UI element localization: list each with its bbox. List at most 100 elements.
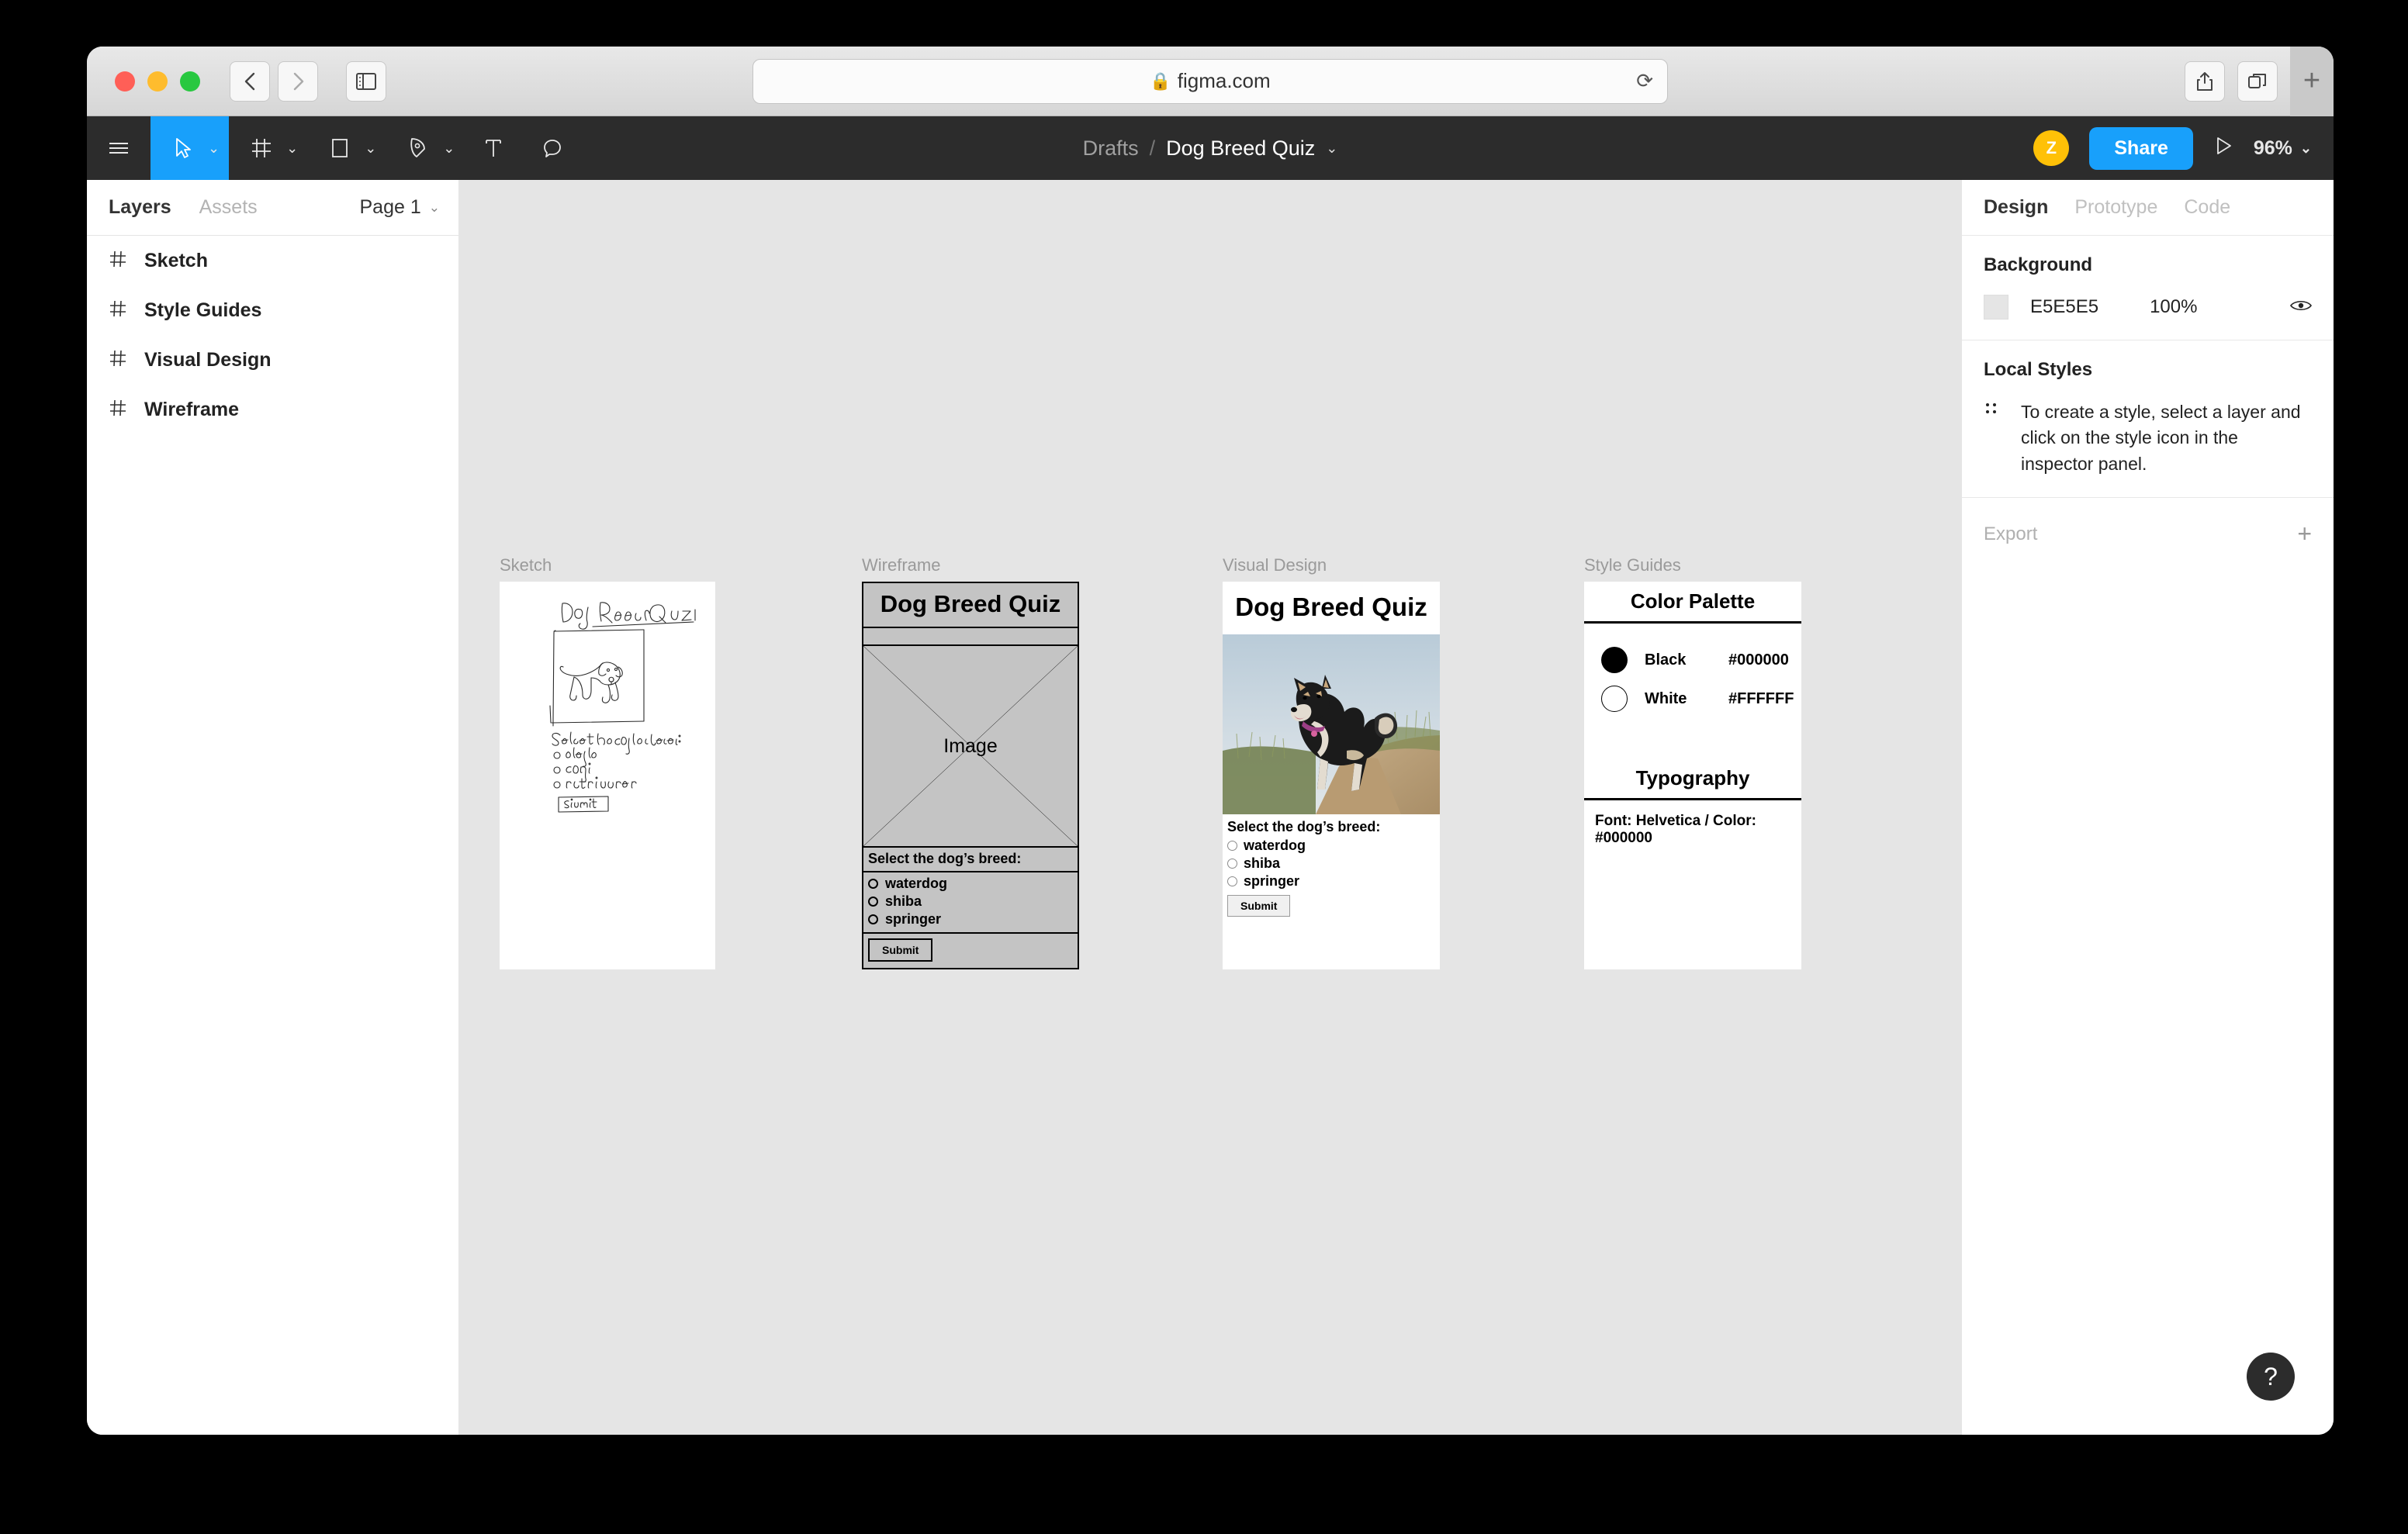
shape-tool-group[interactable]: ⌄ [307, 116, 386, 180]
page-selector[interactable]: Page 1 ⌄ [360, 196, 441, 219]
app-body: Layers Assets Page 1 ⌄ [87, 180, 2334, 1435]
tab-prototype[interactable]: Prototype [2074, 196, 2157, 219]
pen-tool-dropdown[interactable]: ⌄ [443, 140, 461, 157]
pen-tool-group[interactable]: ⌄ [386, 116, 464, 180]
frame-sketch[interactable]: Sketch [500, 555, 715, 969]
address-bar[interactable]: 🔒 figma.com ⟳ [752, 59, 1668, 104]
present-button[interactable] [2213, 136, 2233, 161]
color-row-black: Black #000000 [1584, 641, 1801, 679]
chevron-down-icon[interactable]: ⌄ [1326, 140, 1337, 157]
chevron-down-icon[interactable]: ⌄ [2300, 140, 2312, 157]
breadcrumb[interactable]: Drafts / Dog Breed Quiz ⌄ [1083, 136, 1338, 161]
radio-icon[interactable] [868, 879, 878, 889]
sidebar-item-visual-design[interactable]: Visual Design [87, 335, 458, 385]
sidebar-item-style-guides[interactable]: Style Guides [87, 285, 458, 335]
pen-tool-button[interactable] [389, 116, 448, 180]
zoom-control[interactable]: 96% ⌄ [2254, 137, 2312, 160]
wireframe-option-shiba[interactable]: shiba [868, 893, 1073, 910]
text-tool-button[interactable] [464, 116, 523, 180]
style-guides-artboard[interactable]: Color Palette Black #000000 White #FFFFF… [1584, 582, 1801, 969]
url-text: figma.com [1178, 69, 1271, 93]
breadcrumb-drafts[interactable]: Drafts [1083, 136, 1139, 161]
window-controls[interactable] [115, 71, 200, 92]
breadcrumb-file-title[interactable]: Dog Breed Quiz [1166, 136, 1315, 161]
option-label: shiba [885, 893, 922, 910]
visual-design-option-springer[interactable]: springer [1227, 872, 1435, 890]
color-name: White [1645, 690, 1711, 708]
radio-icon[interactable] [868, 897, 878, 907]
frame-visual-design[interactable]: Visual Design Dog Breed Quiz [1223, 555, 1440, 969]
eye-icon[interactable] [2290, 296, 2312, 318]
share-button[interactable] [2185, 61, 2225, 102]
forward-button[interactable] [278, 61, 318, 102]
move-tool-group[interactable]: ⌄ [150, 116, 229, 180]
comment-tool-button[interactable] [523, 116, 582, 180]
frame-style-guides[interactable]: Style Guides Color Palette Black #000000… [1584, 555, 1801, 969]
figma-toolbar: ⌄ ⌄ ⌄ [87, 116, 2334, 180]
radio-icon[interactable] [1227, 859, 1237, 869]
shape-tool-button[interactable] [310, 116, 369, 180]
tab-design[interactable]: Design [1984, 196, 2048, 219]
wireframe-option-waterdog[interactable]: waterdog [868, 875, 1073, 893]
shape-tool-dropdown[interactable]: ⌄ [365, 140, 382, 157]
chevron-right-icon [289, 71, 306, 92]
tab-code[interactable]: Code [2184, 196, 2230, 219]
minimize-window-button[interactable] [147, 71, 168, 92]
option-label: springer [1244, 873, 1299, 890]
zoom-value: 96% [2254, 137, 2292, 160]
main-menu-button[interactable] [87, 116, 150, 180]
frame-wireframe[interactable]: Wireframe Dog Breed Quiz Image Select th… [862, 555, 1079, 969]
visual-design-submit-button[interactable]: Submit [1227, 895, 1290, 917]
move-tool-dropdown[interactable]: ⌄ [208, 140, 226, 157]
close-window-button[interactable] [115, 71, 135, 92]
background-color-swatch[interactable] [1984, 295, 2008, 320]
color-swatch-white [1601, 686, 1628, 712]
move-tool-button[interactable] [154, 116, 213, 180]
help-button[interactable]: ? [2247, 1353, 2295, 1401]
maximize-window-button[interactable] [180, 71, 200, 92]
layer-label: Sketch [144, 250, 208, 272]
wireframe-prompt: Select the dog’s breed: [863, 848, 1078, 872]
sidebar-item-wireframe[interactable]: Wireframe [87, 385, 458, 434]
frame-label-sketch: Sketch [500, 555, 715, 575]
background-hex-value[interactable]: E5E5E5 [2030, 296, 2098, 318]
color-palette-heading: Color Palette [1584, 582, 1801, 624]
frame-tool-button[interactable] [232, 116, 291, 180]
wireframe-submit-button[interactable]: Submit [868, 938, 932, 962]
design-canvas[interactable]: Sketch [459, 180, 1961, 1435]
frame-tool-group[interactable]: ⌄ [229, 116, 307, 180]
hamburger-menu-icon [106, 139, 131, 157]
sidebar-toggle-button[interactable] [346, 61, 386, 102]
tab-layers[interactable]: Layers [109, 196, 171, 219]
new-tab-button[interactable]: + [2290, 47, 2334, 116]
share-document-button[interactable]: Share [2089, 127, 2192, 170]
frame-hash-icon [109, 299, 127, 322]
frame-tool-dropdown[interactable]: ⌄ [286, 140, 304, 157]
add-export-button[interactable]: + [2297, 520, 2312, 548]
wireframe-image-placeholder[interactable]: Image [863, 646, 1078, 848]
back-button[interactable] [230, 61, 270, 102]
show-tabs-button[interactable] [2237, 61, 2278, 102]
reload-button[interactable]: ⟳ [1636, 69, 1653, 93]
visual-design-option-waterdog[interactable]: waterdog [1227, 837, 1435, 855]
radio-icon[interactable] [1227, 841, 1237, 851]
wireframe-option-springer[interactable]: springer [868, 910, 1073, 928]
background-opacity-value[interactable]: 100% [2150, 296, 2197, 318]
sidebar-item-sketch[interactable]: Sketch [87, 236, 458, 285]
browser-window: 🔒 figma.com ⟳ + [87, 47, 2334, 1435]
tab-assets[interactable]: Assets [199, 196, 258, 219]
visual-design-option-shiba[interactable]: shiba [1227, 855, 1435, 872]
visual-design-form: Select the dog’s breed: waterdog shiba s… [1223, 814, 1440, 917]
sidebar-toggle-icon [356, 73, 376, 90]
radio-icon[interactable] [1227, 876, 1237, 886]
frame-hash-icon [109, 250, 127, 272]
option-label: waterdog [885, 876, 947, 892]
sketch-artboard[interactable] [500, 582, 715, 969]
avatar[interactable]: Z [2033, 130, 2069, 166]
option-label: springer [885, 911, 941, 928]
color-swatch-black [1601, 647, 1628, 673]
radio-icon[interactable] [868, 914, 878, 924]
typography-body: Font: Helvetica / Color: #000000 [1584, 800, 1801, 847]
wireframe-artboard[interactable]: Dog Breed Quiz Image Select the dog’s br… [862, 582, 1079, 969]
visual-design-artboard[interactable]: Dog Breed Quiz [1223, 582, 1440, 969]
